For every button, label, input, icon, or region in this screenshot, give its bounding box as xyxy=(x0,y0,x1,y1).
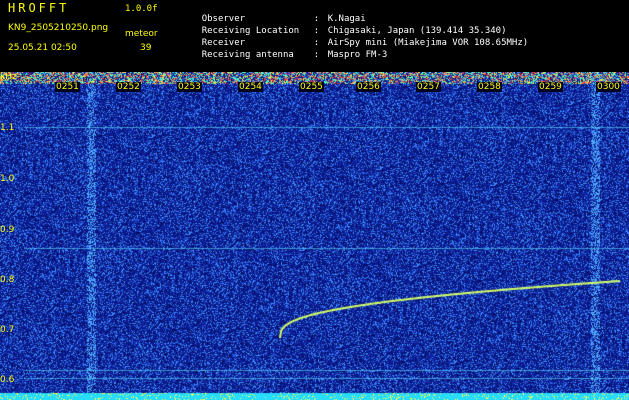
info-row-antenna: Receiving antenna: Maspro FM-3 xyxy=(201,50,388,60)
date-time: 25.05.21 02:50 xyxy=(8,43,77,53)
time-tick-label: 0258 xyxy=(477,82,502,92)
info-label: Receiving antenna xyxy=(201,50,294,60)
time-tick-label: 0257 xyxy=(416,82,441,92)
y-tick-label: 1.1 xyxy=(0,123,15,133)
y-axis-unit: kHz xyxy=(0,72,17,82)
detection-count: 39 xyxy=(140,43,152,53)
time-tick-label: 0254 xyxy=(238,82,263,92)
spectrogram-canvas[interactable] xyxy=(0,72,629,400)
header-panel: HROFFT 1.0.0f KN9_2505210250.png meteor … xyxy=(0,0,629,72)
y-tick-label: 0.6 xyxy=(0,375,15,385)
time-tick-label: 0259 xyxy=(538,82,563,92)
time-tick-label: 0300 xyxy=(596,82,621,92)
mode-label: meteor xyxy=(125,29,158,39)
y-tick-label: 1.0 xyxy=(0,174,15,184)
y-tick-label: 0.8 xyxy=(0,275,15,285)
time-tick-label: 0256 xyxy=(356,82,381,92)
y-tick-label: 0.9 xyxy=(0,225,15,235)
time-tick-label: 0253 xyxy=(177,82,202,92)
app-title: HROFFT xyxy=(8,1,70,15)
time-tick-label: 0252 xyxy=(116,82,141,92)
info-value: Maspro FM-3 xyxy=(327,50,388,60)
time-tick-label: 0251 xyxy=(55,82,80,92)
time-tick-label: 0255 xyxy=(299,82,324,92)
file-name: KN9_2505210250.png xyxy=(8,23,109,33)
app-version: 1.0.0f xyxy=(125,4,158,14)
y-tick-label: 0.7 xyxy=(0,325,15,335)
